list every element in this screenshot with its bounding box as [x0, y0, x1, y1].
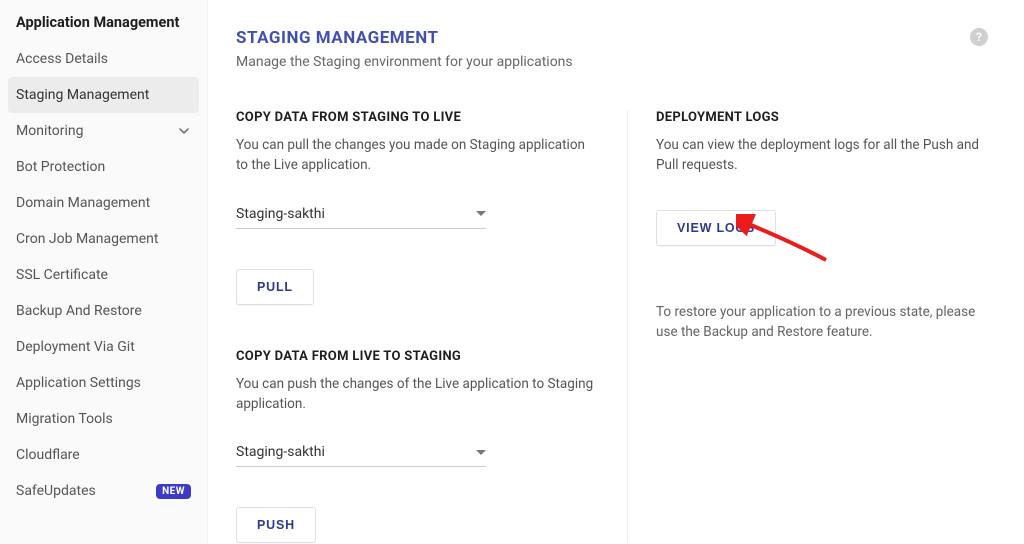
sidebar-item-label: Staging Management	[16, 87, 149, 103]
sidebar-item-cron-job-management[interactable]: Cron Job Management	[0, 221, 207, 257]
new-badge: NEW	[156, 484, 191, 499]
sidebar-item-label: Domain Management	[16, 195, 150, 211]
section-title: COPY DATA FROM STAGING TO LIVE	[236, 110, 599, 125]
view-logs-button[interactable]: VIEW LOGS	[656, 210, 776, 246]
sidebar-item-label: Migration Tools	[16, 411, 113, 427]
column-right: DEPLOYMENT LOGS You can view the deploym…	[627, 110, 988, 543]
sidebar-title: Application Management	[0, 14, 207, 41]
sidebar-item-label: Access Details	[16, 51, 108, 67]
sidebar-item-backup-and-restore[interactable]: Backup And Restore	[0, 293, 207, 329]
main-content: ? STAGING MANAGEMENT Manage the Staging …	[208, 0, 1024, 544]
restore-note: To restore your application to a previou…	[656, 302, 988, 343]
sidebar-item-label: Cron Job Management	[16, 231, 158, 247]
sidebar-item-access-details[interactable]: Access Details	[0, 41, 207, 77]
section-desc: You can pull the changes you made on Sta…	[236, 135, 599, 176]
sidebar-item-label: Cloudflare	[16, 447, 80, 463]
push-button[interactable]: PUSH	[236, 507, 316, 543]
page-subtitle: Manage the Staging environment for your …	[236, 54, 988, 70]
sidebar-item-deployment-via-git[interactable]: Deployment Via Git	[0, 329, 207, 365]
staging-select-pull[interactable]: Staging-sakthi	[236, 200, 486, 229]
sidebar-item-label: SafeUpdates	[16, 483, 96, 499]
sidebar-item-domain-management[interactable]: Domain Management	[0, 185, 207, 221]
section-copy-to-live: COPY DATA FROM STAGING TO LIVE You can p…	[236, 110, 599, 305]
app-root: Application Management Access Details St…	[0, 0, 1024, 544]
chevron-down-icon	[177, 124, 191, 138]
help-icon[interactable]: ?	[970, 28, 988, 46]
sidebar-item-monitoring[interactable]: Monitoring	[0, 113, 207, 149]
section-title: DEPLOYMENT LOGS	[656, 110, 988, 125]
sidebar-item-application-settings[interactable]: Application Settings	[0, 365, 207, 401]
sidebar-item-ssl-certificate[interactable]: SSL Certificate	[0, 257, 207, 293]
sidebar-item-cloudflare[interactable]: Cloudflare	[0, 437, 207, 473]
staging-select-push[interactable]: Staging-sakthi	[236, 438, 486, 467]
sidebar-item-label: Application Settings	[16, 375, 141, 391]
pull-button[interactable]: PULL	[236, 269, 314, 305]
sidebar-item-bot-protection[interactable]: Bot Protection	[0, 149, 207, 185]
section-desc: You can push the changes of the Live app…	[236, 374, 599, 415]
sidebar-item-label: Bot Protection	[16, 159, 105, 175]
section-title: COPY DATA FROM LIVE TO STAGING	[236, 349, 599, 364]
section-copy-to-staging: COPY DATA FROM LIVE TO STAGING You can p…	[236, 349, 599, 544]
content-columns: COPY DATA FROM STAGING TO LIVE You can p…	[236, 110, 988, 543]
sidebar-item-label: SSL Certificate	[16, 267, 108, 283]
section-deployment-logs: DEPLOYMENT LOGS You can view the deploym…	[656, 110, 988, 342]
sidebar-item-migration-tools[interactable]: Migration Tools	[0, 401, 207, 437]
page-title: STAGING MANAGEMENT	[236, 28, 988, 48]
sidebar-item-label: Deployment Via Git	[16, 339, 135, 355]
caret-down-icon	[476, 211, 486, 216]
sidebar-item-staging-management[interactable]: Staging Management	[8, 77, 199, 113]
caret-down-icon	[476, 450, 486, 455]
column-left: COPY DATA FROM STAGING TO LIVE You can p…	[236, 110, 627, 543]
sidebar-item-label: Backup And Restore	[16, 303, 142, 319]
select-value: Staging-sakthi	[236, 206, 325, 222]
sidebar: Application Management Access Details St…	[0, 0, 208, 544]
sidebar-item-safeupdates[interactable]: SafeUpdates NEW	[0, 473, 207, 509]
select-value: Staging-sakthi	[236, 444, 325, 460]
sidebar-item-label: Monitoring	[16, 123, 84, 139]
section-desc: You can view the deployment logs for all…	[656, 135, 988, 176]
